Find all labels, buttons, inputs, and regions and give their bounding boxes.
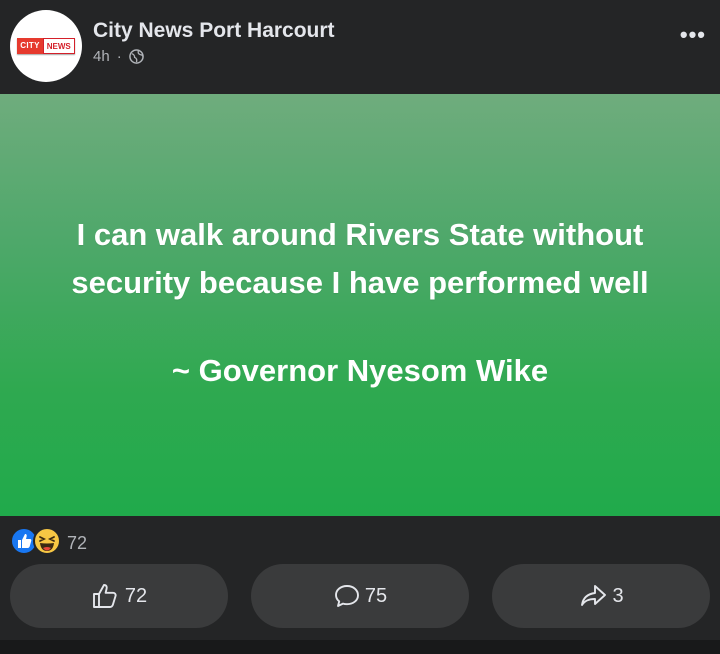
thumbs-up-icon [91, 583, 121, 609]
globe-icon [128, 49, 144, 64]
comment-button[interactable]: 75 [251, 564, 469, 628]
page-name[interactable]: City News Port Harcourt [93, 19, 335, 43]
haha-icon [33, 527, 61, 560]
logo-text-city: CITY [17, 38, 43, 54]
reaction-count: 72 [67, 533, 88, 553]
city-news-logo: CITY NEWS [17, 38, 75, 54]
quote-text: I can walk around Rivers State without s… [71, 211, 648, 307]
facebook-post: CITY NEWS City News Port Harcourt 4h · •… [0, 0, 720, 654]
quote-author: ~ Governor Nyesom Wike [171, 353, 549, 388]
share-icon [578, 583, 608, 609]
quote-line-1: I can walk around Rivers State without [76, 217, 644, 252]
reaction-icons [10, 527, 61, 560]
meta-separator: · [116, 48, 122, 65]
post-meta: 4h · [93, 48, 144, 65]
reaction-summary[interactable]: 72 [10, 527, 87, 560]
share-button[interactable]: 3 [492, 564, 710, 628]
post-header: CITY NEWS City News Port Harcourt 4h · •… [0, 0, 720, 94]
comment-count: 75 [364, 584, 388, 607]
bottom-divider [0, 640, 720, 654]
share-count: 3 [612, 584, 624, 607]
post-actions: 72 75 3 [0, 564, 720, 630]
like-button[interactable]: 72 [10, 564, 228, 628]
more-options-icon[interactable]: ••• [680, 22, 706, 48]
quote-line-2: security because I have performed well [71, 265, 649, 300]
quote-image[interactable]: I can walk around Rivers State without s… [0, 94, 720, 516]
comment-icon [333, 583, 361, 609]
page-avatar[interactable]: CITY NEWS [10, 10, 82, 82]
post-time[interactable]: 4h [93, 48, 110, 65]
like-count: 72 [124, 584, 148, 607]
logo-text-news: NEWS [42, 38, 75, 54]
